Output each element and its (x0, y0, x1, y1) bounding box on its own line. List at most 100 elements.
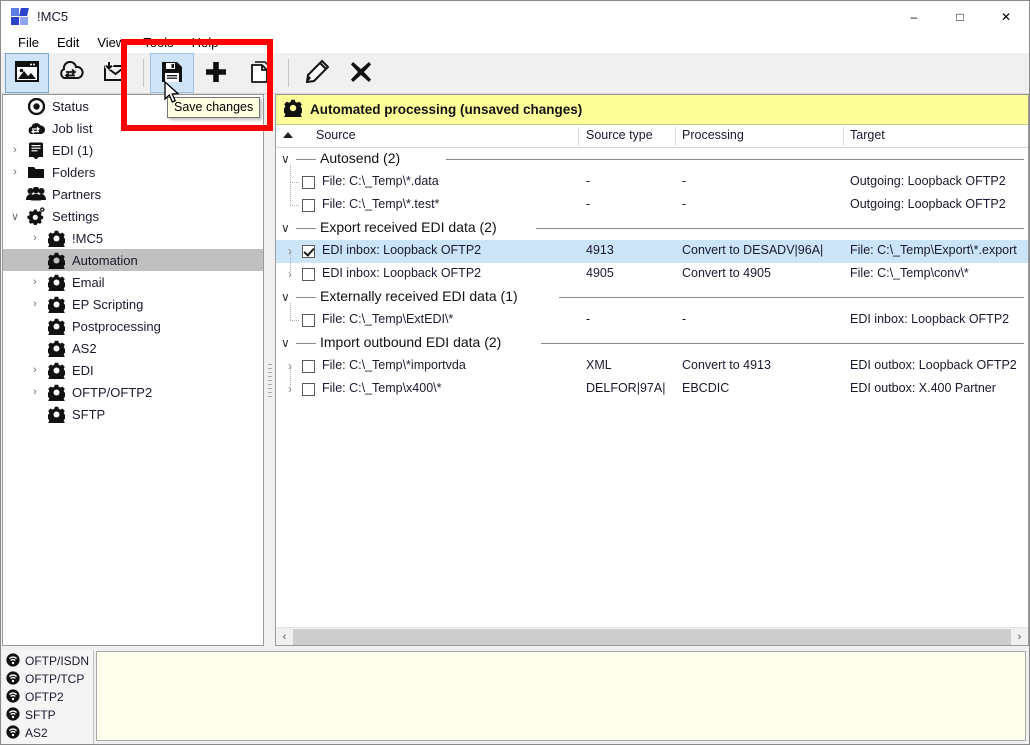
chevron-down-icon[interactable]: ∨ (281, 221, 290, 235)
add-button[interactable] (194, 53, 238, 93)
sidebar-item-automation[interactable]: Automation (3, 249, 263, 271)
column-source[interactable]: Source (316, 128, 356, 142)
sidebar-item-label: !MC5 (72, 230, 104, 246)
scrollbar-thumb[interactable] (293, 628, 1011, 645)
gear-icon (45, 384, 67, 401)
row-checkbox[interactable] (302, 245, 315, 258)
column-target[interactable]: Target (850, 128, 885, 142)
sidebar-item-partners[interactable]: Partners (3, 183, 263, 205)
sidebar-item-edi[interactable]: › EDI (1) (3, 139, 263, 161)
row-checkbox[interactable] (302, 383, 315, 396)
group-header-row[interactable]: ∨ Autosend (2) (276, 148, 1028, 171)
column-processing[interactable]: Processing (682, 128, 744, 142)
sidebar-item-sftp[interactable]: SFTP (3, 403, 263, 425)
table-row[interactable]: › EDI inbox: Loopback OFTP2 4905 Convert… (276, 251, 1028, 286)
sidebar-item-label: Email (72, 274, 105, 290)
column-divider[interactable] (578, 127, 579, 146)
menu-edit[interactable]: Edit (48, 33, 88, 52)
chevron-right-icon[interactable]: › (5, 144, 25, 156)
chevron-right-icon[interactable]: › (25, 364, 45, 376)
minimize-button[interactable]: – (891, 1, 937, 32)
delete-button[interactable] (339, 53, 383, 93)
status-row-oftp2[interactable]: OFTP2 (2, 688, 93, 706)
sidebar-item-mc5[interactable]: › !MC5 (3, 227, 263, 249)
window-title: !MC5 (37, 9, 69, 24)
sidebar-item-postprocessing[interactable]: Postprocessing (3, 315, 263, 337)
chevron-right-icon[interactable]: › (288, 382, 292, 396)
row-checkbox[interactable] (302, 268, 315, 281)
sidebar-item-ep-scripting[interactable]: › EP Scripting (3, 293, 263, 315)
automation-grid[interactable]: ∨ Autosend (2) File: C:\_Temp\*.data - -… (276, 148, 1028, 401)
grid-horizontal-scrollbar[interactable]: ‹ › (276, 627, 1028, 645)
group-header-row[interactable]: ∨ Externally received EDI data (1) (276, 286, 1028, 309)
menu-tools[interactable]: Tools (134, 33, 182, 52)
close-button[interactable]: ✕ (983, 1, 1029, 32)
status-label: OFTP2 (25, 690, 64, 704)
sidebar-item-as2[interactable]: AS2 (3, 337, 263, 359)
menu-help[interactable]: Help (183, 33, 228, 52)
group-header-row[interactable]: ∨ Import outbound EDI data (2) (276, 332, 1028, 355)
splitter-grip (268, 364, 272, 400)
chevron-down-icon[interactable]: ∨ (281, 152, 290, 166)
sidebar-item-folders[interactable]: › Folders (3, 161, 263, 183)
sidebar-item-job-list[interactable]: Job list (3, 117, 263, 139)
menu-file[interactable]: File (9, 33, 48, 52)
chevron-right-icon[interactable]: › (25, 276, 45, 288)
status-row-oftp-tcp[interactable]: OFTP/TCP (2, 670, 93, 688)
chevron-down-icon[interactable]: ∨ (281, 290, 290, 304)
status-row-sftp[interactable]: SFTP (2, 706, 93, 724)
cell-processing: Convert to 4905 (682, 266, 771, 280)
sidebar-item-email[interactable]: › Email (3, 271, 263, 293)
sidebar-item-label: Automation (72, 252, 138, 268)
toolbar-separator-1 (143, 59, 144, 87)
table-row[interactable]: › EDI inbox: Loopback OFTP2 4913 Convert… (276, 240, 1028, 263)
table-row[interactable]: File: C:\_Temp\*.test* - - Outgoing: Loo… (276, 182, 1028, 217)
scroll-left-button[interactable]: ‹ (276, 628, 293, 645)
menu-view[interactable]: View (88, 33, 134, 52)
sort-ascending-icon[interactable] (283, 132, 293, 138)
tree-line (290, 303, 291, 321)
table-row[interactable]: › File: C:\_Temp\*importvda XML Convert … (276, 355, 1028, 378)
sidebar-splitter[interactable] (265, 94, 275, 646)
table-row[interactable]: File: C:\_Temp\*.data - - Outgoing: Loop… (276, 165, 1028, 194)
row-checkbox[interactable] (302, 360, 315, 373)
cell-target: Outgoing: Loopback OFTP2 (850, 174, 1006, 188)
cell-target: EDI outbox: Loopback OFTP2 (850, 358, 1017, 372)
overview-button[interactable] (5, 53, 49, 93)
group-title: Externally received EDI data (1) (320, 288, 523, 304)
sidebar-item-edi-settings[interactable]: › EDI (3, 359, 263, 381)
table-row[interactable]: › File: C:\_Temp\x400\* DELFOR|97A| EBCD… (276, 366, 1028, 401)
chevron-right-icon[interactable]: › (25, 232, 45, 244)
navigation-sidebar[interactable]: Status Job list › EDI (1) › Folders Part… (2, 94, 264, 646)
chevron-right-icon[interactable]: › (25, 386, 45, 398)
sidebar-item-settings[interactable]: ∨ Settings (3, 205, 263, 227)
row-checkbox[interactable] (302, 176, 315, 189)
mouse-cursor (164, 80, 181, 108)
connection-status-icon (6, 724, 20, 742)
column-divider[interactable] (843, 127, 844, 146)
table-row[interactable]: File: C:\_Temp\ExtEDI\* - - EDI inbox: L… (276, 303, 1028, 332)
copy-button[interactable] (238, 53, 282, 93)
receive-mail-button[interactable] (93, 53, 137, 93)
group-header-row[interactable]: ∨ Export received EDI data (2) (276, 217, 1028, 240)
group-dash (296, 343, 316, 344)
grid-column-headers[interactable]: Source Source type Processing Target (276, 125, 1028, 148)
row-checkbox[interactable] (302, 199, 315, 212)
cell-processing: Convert to DESADV|96A| (682, 243, 824, 257)
transfer-button[interactable] (49, 53, 93, 93)
row-checkbox[interactable] (302, 314, 315, 327)
chevron-down-icon[interactable]: ∨ (5, 210, 25, 223)
status-row-as2[interactable]: AS2 (2, 724, 93, 742)
log-pane[interactable] (96, 651, 1026, 741)
maximize-button[interactable]: □ (937, 1, 983, 32)
chevron-right-icon[interactable]: › (5, 166, 25, 178)
scroll-right-button[interactable]: › (1011, 628, 1028, 645)
chevron-right-icon[interactable]: › (288, 267, 292, 281)
column-divider[interactable] (675, 127, 676, 146)
status-row-oftp-isdn[interactable]: OFTP/ISDN (2, 652, 93, 670)
sidebar-item-oftp[interactable]: › OFTP/OFTP2 (3, 381, 263, 403)
edit-button[interactable] (295, 53, 339, 93)
column-source-type[interactable]: Source type (586, 128, 653, 142)
chevron-down-icon[interactable]: ∨ (281, 336, 290, 350)
chevron-right-icon[interactable]: › (25, 298, 45, 310)
